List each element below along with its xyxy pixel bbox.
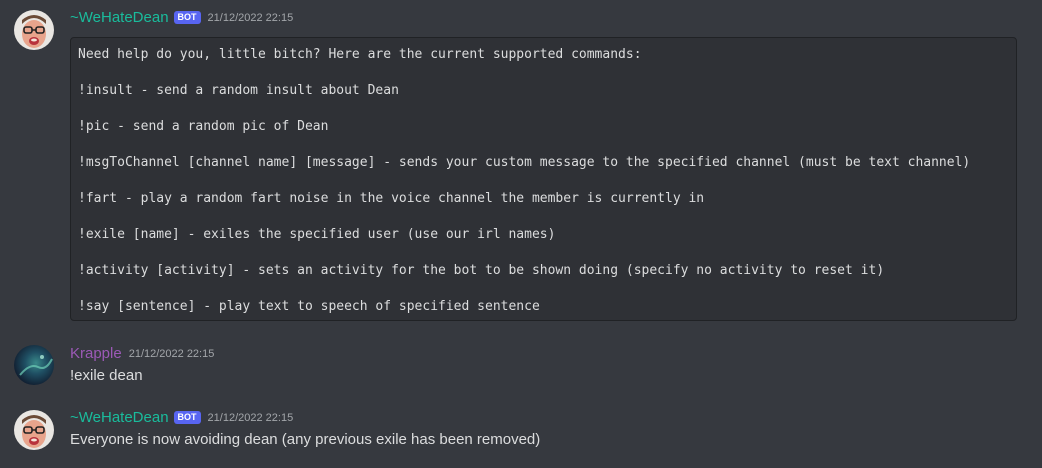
username[interactable]: ~WeHateDean xyxy=(70,8,169,28)
message-bot-help: ~WeHateDean BOT 21/12/2022 22:15 Need he… xyxy=(0,0,1042,330)
timestamp: 21/12/2022 22:15 xyxy=(207,12,294,24)
timestamp: 21/12/2022 22:15 xyxy=(128,348,215,360)
message-header: ~WeHateDean BOT 21/12/2022 22:15 xyxy=(70,408,293,428)
avatar[interactable] xyxy=(14,345,54,385)
avatar[interactable] xyxy=(14,410,54,450)
code-block: Need help do you, little bitch? Here are… xyxy=(70,37,1017,321)
avatar[interactable] xyxy=(14,10,54,50)
message-header: ~WeHateDean BOT 21/12/2022 22:15 xyxy=(70,8,293,28)
code-line: !insult - send a random insult about Dea… xyxy=(78,83,399,98)
message-text: Everyone is now avoiding dean (any previ… xyxy=(70,431,541,448)
code-line: Need help do you, little bitch? Here are… xyxy=(78,47,642,62)
username[interactable]: ~WeHateDean xyxy=(70,408,169,428)
code-line: !pic - send a random pic of Dean xyxy=(78,119,329,134)
code-line: !activity [activity] - sets an activity … xyxy=(78,263,885,278)
username[interactable]: Krapple xyxy=(70,344,122,364)
code-line: !msgToChannel [channel name] [message] -… xyxy=(78,155,971,170)
timestamp: 21/12/2022 22:15 xyxy=(207,412,294,424)
code-line: !say [sentence] - play text to speech of… xyxy=(78,299,540,314)
code-line: !exile [name] - exiles the specified use… xyxy=(78,227,556,242)
message-user: Krapple 21/12/2022 22:15 !exile dean xyxy=(0,330,1042,400)
bot-badge: BOT xyxy=(173,410,201,424)
message-bot-reply: ~WeHateDean BOT 21/12/2022 22:15 Everyon… xyxy=(0,400,1042,468)
code-line: !fart - play a random fart noise in the … xyxy=(78,191,705,206)
message-header: Krapple 21/12/2022 22:15 xyxy=(70,344,214,364)
bot-badge: BOT xyxy=(173,10,201,24)
chat-messages: ~WeHateDean BOT 21/12/2022 22:15 Need he… xyxy=(0,0,1042,468)
message-text: !exile dean xyxy=(70,367,143,384)
